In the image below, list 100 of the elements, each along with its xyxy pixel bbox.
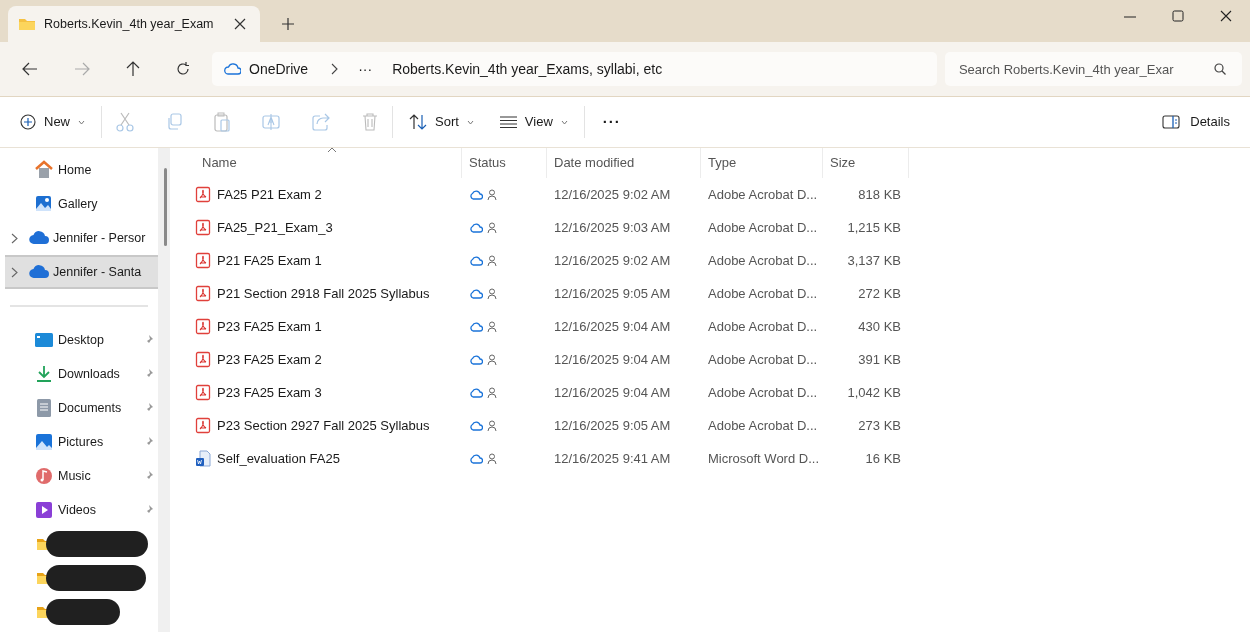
column-header[interactable]: Name [192, 148, 462, 178]
type-cell-text: Microsoft Word D... [707, 449, 820, 468]
chevron-right-icon [11, 266, 18, 278]
date-cell-text: 12/16/2025 9:41 AM [553, 449, 672, 468]
type-cell-text: Adobe Acrobat D... [707, 185, 819, 204]
details-pane-icon [1162, 115, 1181, 129]
file-row[interactable]: P23 FA25 Exam 3 12/16/2025 9:04 AM Adobe Acrobat D... 1,042 KB [192, 376, 909, 409]
sidebar-item[interactable]: Pictures [0, 425, 158, 459]
date-cell-text: 12/16/2025 9:04 AM [553, 317, 672, 336]
date-cell-text: 12/16/2025 9:02 AM [553, 251, 672, 270]
close-icon[interactable] [1220, 10, 1232, 22]
sidebar-item[interactable]: Downloads [0, 357, 158, 391]
file-name: FA25_P21_Exam_3 [217, 218, 333, 237]
picture-icon [34, 432, 54, 452]
file-row[interactable]: FA25 P21 Exam 2 12/16/2025 9:02 AM Adobe Acrobat D... 818 KB [192, 178, 909, 211]
sidebar-item[interactable]: Jennifer - Santa [5, 255, 158, 289]
search-field[interactable]: Search Roberts.Kevin_4th year_Exar [944, 52, 1242, 86]
size-cell-text: 391 KB [857, 350, 902, 369]
forward-arrow-icon[interactable] [74, 62, 90, 76]
file-name: P21 Section 2918 Fall 2025 Syllabus [217, 284, 430, 303]
sidebar-item[interactable]: Documents [0, 391, 158, 425]
person-icon [487, 255, 497, 266]
cloud-outline-icon [469, 354, 483, 365]
view-button[interactable]: View [497, 106, 570, 138]
file-row[interactable]: P23 Section 2927 Fall 2025 Syllabus 12/16/2025 9:05 AM Adobe Acrobat D... 273 KB [192, 409, 909, 442]
type-cell-text: Adobe Acrobat D... [707, 317, 819, 336]
more-options-button[interactable]: ··· [598, 106, 625, 138]
sidebar-item[interactable]: Home [0, 153, 158, 187]
type-cell-text: Adobe Acrobat D... [707, 350, 819, 369]
trash-icon[interactable] [362, 113, 378, 131]
share-icon[interactable] [312, 113, 330, 131]
file-row[interactable]: Self_evaluation FA25 12/16/2025 9:41 AM Microsoft Word D... 16 KB [192, 442, 909, 475]
scrollbar-thumb[interactable] [164, 168, 167, 246]
desktop-icon [34, 330, 54, 350]
column-header[interactable]: Size [823, 148, 909, 178]
breadcrumb-item[interactable]: OneDrive [249, 58, 309, 80]
file-name: Self_evaluation FA25 [217, 449, 340, 468]
cloud-outline-icon [469, 189, 483, 200]
word-file-icon [195, 450, 211, 467]
person-icon [487, 387, 497, 398]
pdf-file-icon [195, 384, 211, 401]
new-button[interactable]: New [18, 106, 87, 138]
file-row[interactable]: FA25_P21_Exam_3 12/16/2025 9:03 AM Adobe Acrobat D... 1,215 KB [192, 211, 909, 244]
sort-up-icon [326, 147, 337, 153]
column-header[interactable]: Type [701, 148, 823, 178]
sidebar-item[interactable]: Gallery [0, 187, 158, 221]
size-cell-text: 818 KB [857, 185, 902, 204]
file-name: P23 FA25 Exam 2 [217, 350, 322, 369]
breadcrumb-overflow[interactable]: ··· [358, 58, 373, 80]
list-lines-icon [499, 116, 517, 128]
date-cell-text: 12/16/2025 9:05 AM [553, 416, 672, 435]
type-cell-text: Adobe Acrobat D... [707, 251, 819, 270]
file-row[interactable]: P23 FA25 Exam 2 12/16/2025 9:04 AM Adobe Acrobat D... 391 KB [192, 343, 909, 376]
chevron-right-icon [330, 63, 339, 75]
caret-icon [466, 119, 474, 125]
sidebar-item[interactable]: Music [0, 459, 158, 493]
cloud-outline-icon [469, 420, 483, 431]
file-row[interactable]: P21 Section 2918 Fall 2025 Syllabus 12/16/2025 9:05 AM Adobe Acrobat D... 272 KB [192, 277, 909, 310]
size-cell-text: 272 KB [857, 284, 902, 303]
address-bar[interactable]: OneDrive ··· Roberts.Kevin_4th year_Exams, syllabi, etc [212, 52, 937, 86]
up-arrow-icon[interactable] [126, 61, 140, 77]
details-button[interactable]: Details [1162, 106, 1230, 138]
file-name: P21 FA25 Exam 1 [217, 251, 322, 270]
refresh-icon[interactable] [176, 62, 190, 76]
cloud-outline-icon [469, 222, 483, 233]
copy-icon[interactable] [166, 113, 182, 131]
caret-icon [78, 119, 85, 125]
paste-icon[interactable] [214, 112, 230, 132]
window-tab[interactable]: Roberts.Kevin_4th year_Exam [8, 6, 260, 42]
person-icon [487, 222, 497, 233]
close-icon[interactable] [234, 18, 246, 30]
sort-button[interactable]: Sort [407, 106, 476, 138]
tab-title: Roberts.Kevin_4th year_Exam [44, 15, 215, 33]
sidebar-item[interactable]: Desktop [0, 323, 158, 357]
file-row[interactable]: P23 FA25 Exam 1 12/16/2025 9:04 AM Adobe Acrobat D... 430 KB [192, 310, 909, 343]
chevron-right-icon [11, 232, 18, 244]
search-icon [1214, 63, 1226, 75]
back-arrow-icon[interactable] [22, 62, 38, 76]
person-icon [487, 321, 497, 332]
size-cell-text: 273 KB [857, 416, 902, 435]
type-cell-text: Adobe Acrobat D... [707, 383, 819, 402]
plus-icon[interactable] [282, 18, 294, 30]
sidebar-item[interactable]: Videos [0, 493, 158, 527]
size-cell-text: 430 KB [857, 317, 902, 336]
breadcrumb-item[interactable]: Roberts.Kevin_4th year_Exams, syllabi, etc [392, 58, 663, 80]
cloud-outline-icon [469, 387, 483, 398]
date-cell-text: 12/16/2025 9:03 AM [553, 218, 672, 237]
maximize-icon[interactable] [1172, 10, 1184, 22]
column-header[interactable]: Date modified [547, 148, 701, 178]
sidebar-item[interactable]: Jennifer - Persor [0, 221, 158, 255]
person-icon [487, 354, 497, 365]
column-header[interactable]: Status [462, 148, 547, 178]
video-icon [34, 500, 54, 520]
pdf-file-icon [195, 285, 211, 302]
file-name: FA25 P21 Exam 2 [217, 185, 322, 204]
size-cell-text: 16 KB [864, 449, 902, 468]
cut-icon[interactable] [116, 112, 134, 132]
cloud-outline-icon [469, 255, 483, 266]
document-icon [34, 398, 54, 418]
file-row[interactable]: P21 FA25 Exam 1 12/16/2025 9:02 AM Adobe Acrobat D... 3,137 KB [192, 244, 909, 277]
